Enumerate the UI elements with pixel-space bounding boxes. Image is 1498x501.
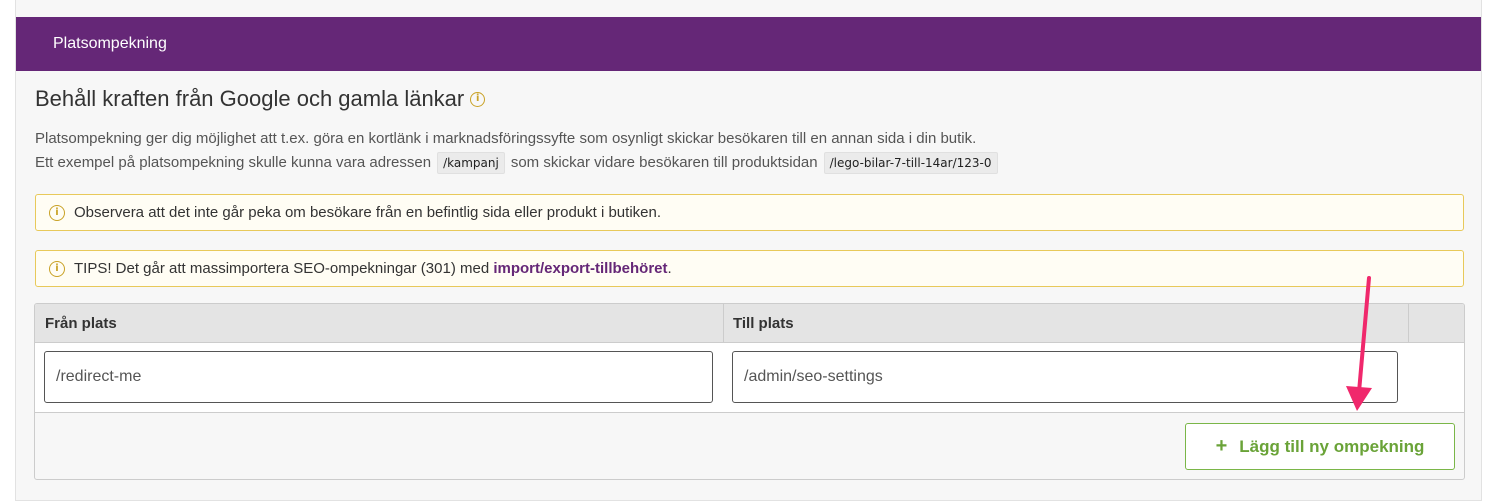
example-to-code: /lego-bilar-7-till-14ar/123-0 — [823, 152, 998, 174]
page-heading: Behåll kraften från Google och gamla län… — [35, 86, 486, 112]
add-redirect-label: Lägg till ny ompekning — [1239, 437, 1425, 456]
info-icon: i — [49, 261, 65, 277]
description-line-2: Ett exempel på platsompekning skulle kun… — [35, 151, 1004, 175]
panel-header: Platsompekning — [16, 17, 1481, 71]
redirect-table: Från plats Till plats /redirect-me /admi… — [34, 303, 1465, 480]
table-row: /redirect-me /admin/seo-settings — [35, 343, 1464, 413]
description: Platsompekning ger dig möjlighet att t.e… — [35, 127, 1004, 175]
import-export-link[interactable]: import/export-tillbehöret — [493, 260, 667, 277]
column-header-to: Till plats — [733, 315, 794, 332]
table-header: Från plats Till plats — [35, 304, 1464, 343]
heading-text: Behåll kraften från Google och gamla län… — [35, 86, 465, 111]
tip-alert: i TIPS! Det går att massimportera SEO-om… — [35, 250, 1464, 287]
add-redirect-button[interactable]: + Lägg till ny ompekning — [1185, 423, 1455, 470]
to-path-input[interactable]: /admin/seo-settings — [732, 351, 1398, 403]
description-text-a: Ett exempel på platsompekning skulle kun… — [35, 154, 432, 171]
info-icon[interactable]: i — [470, 92, 486, 107]
plus-icon: + — [1215, 435, 1228, 457]
column-header-from: Från plats — [45, 315, 117, 332]
tip-suffix: . — [667, 260, 672, 277]
panel-title: Platsompekning — [53, 35, 167, 52]
redirect-panel: Platsompekning Behåll kraften från Googl… — [15, 17, 1482, 501]
notice-alert: i Observera att det inte går peka om bes… — [35, 194, 1464, 231]
info-icon: i — [49, 205, 65, 221]
notice-text: Observera att det inte går peka om besök… — [74, 204, 661, 221]
description-text-b: som skickar vidare besökaren till produk… — [510, 154, 818, 171]
from-path-input[interactable]: /redirect-me — [44, 351, 713, 403]
column-header-actions — [1408, 304, 1464, 343]
example-from-code: /kampanj — [437, 152, 505, 174]
description-line-1: Platsompekning ger dig möjlighet att t.e… — [35, 130, 977, 147]
top-strip — [15, 0, 1482, 17]
tip-text: TIPS! Det går att massimportera SEO-ompe… — [74, 260, 490, 277]
